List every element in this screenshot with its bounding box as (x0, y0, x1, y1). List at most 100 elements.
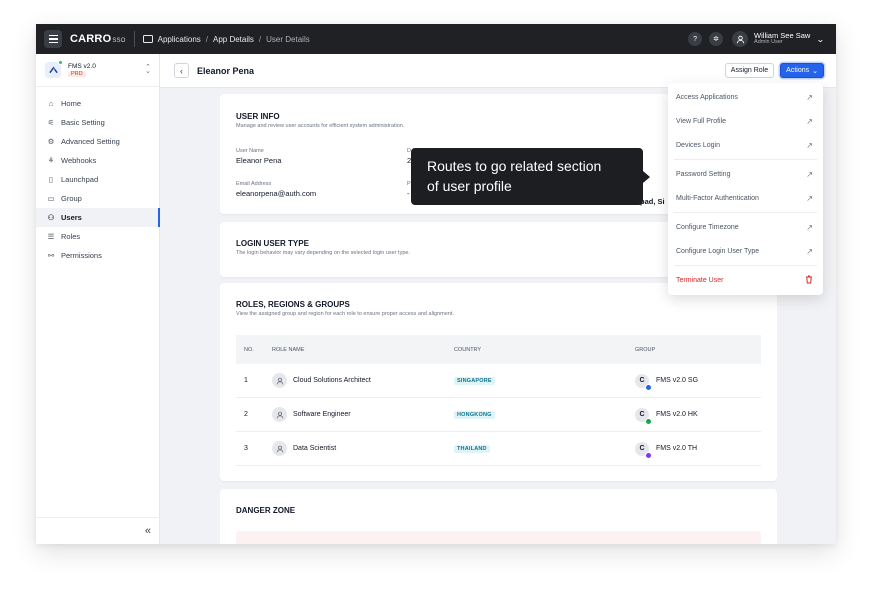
user-menu[interactable]: William See Saw Admin User (754, 32, 810, 46)
status-dot (58, 60, 63, 65)
table-row: 3 Data Scientist THAILAND C FMS v2.0 TH (236, 432, 761, 466)
group-cell: C FMS v2.0 TH (635, 441, 761, 459)
role-cell: Cloud Solutions Architect (272, 373, 454, 388)
brand-logo: CARRO SSO (70, 33, 126, 45)
role-name: Cloud Solutions Architect (293, 377, 371, 384)
email-label: Email Address (236, 181, 272, 187)
country-tag: SINGAPORE (454, 376, 495, 385)
dropdown-divider (674, 212, 817, 213)
roles-table-header: NO. ROLE NAME COUNTRY GROUP (236, 335, 761, 364)
trash-icon (805, 275, 813, 286)
menu-item-label: View Full Profile (676, 117, 727, 125)
user-avatar[interactable] (732, 31, 749, 47)
updown-chevron-icon: ⌃ ⌄ (145, 63, 151, 75)
tooltip-line-2: of user profile (427, 178, 512, 194)
assign-role-button[interactable]: Assign Role (724, 63, 775, 78)
role-cell: Software Engineer (272, 407, 454, 422)
danger-zone-card: DANGER ZONE (220, 489, 777, 544)
arrow-up-right-icon: ↗ (806, 246, 813, 256)
country-tag: HONGKONG (454, 410, 495, 419)
user-role: Admin User (754, 39, 783, 46)
menu-icon[interactable] (44, 30, 62, 48)
app-name-block: FMS v2.0 PRD (68, 63, 96, 77)
menu-item-label: Multi-Factor Authentication (676, 194, 759, 202)
group-name: FMS v2.0 TH (656, 445, 698, 452)
menu-item-configure-timezone[interactable]: Configure Timezone ↗ (668, 215, 823, 239)
sidebar-nav: ⌂ Home ⚟ Basic Setting ⚙ Advanced Setting ⚘ Web… (36, 87, 160, 265)
sidebar-item-label: Basic Setting (61, 118, 105, 127)
menu-item-multi-factor-authentication[interactable]: Multi-Factor Authentication ↗ (668, 186, 823, 210)
group-badge (645, 417, 652, 425)
arrow-up-right-icon: ↗ (806, 169, 813, 179)
users-icon: ⚇ (47, 213, 55, 222)
row-no: 1 (244, 377, 248, 384)
brand-name: CARRO (70, 33, 112, 45)
app-logo-icon (45, 60, 63, 78)
sidebar-item-roles[interactable]: ☰ Roles (36, 227, 159, 246)
breadcrumb-applications[interactable]: Applications (158, 35, 201, 44)
menu-item-terminate-user[interactable]: Terminate User (668, 268, 823, 292)
group-logo-icon: C (635, 441, 652, 459)
menu-item-label: Terminate User (676, 276, 724, 284)
brand-suffix: SSO (112, 38, 126, 44)
sidebar-item-label: Home (61, 99, 82, 108)
arrow-up-right-icon: ↗ (806, 92, 813, 102)
sidebar-item-launchpad[interactable]: ▯ Launchpad (36, 170, 159, 189)
group-cell: C FMS v2.0 HK (635, 407, 761, 425)
group-icon: ▭ (47, 194, 55, 203)
topbar-divider (133, 31, 135, 47)
table-row: 1 Cloud Solutions Architect SINGAPORE C FMS … (236, 364, 761, 398)
danger-zone-box (236, 531, 761, 544)
email-value: eleanorpena@auth.com (236, 189, 317, 198)
sidebar-item-users[interactable]: ⚇ Users (36, 208, 160, 227)
help-icon[interactable]: ? (688, 32, 703, 46)
chevron-left-icon: ‹ (180, 65, 183, 76)
double-chevron-left-icon: « (144, 525, 151, 537)
user-icon (272, 373, 287, 388)
sidebar-item-webhooks[interactable]: ⚘ Webhooks (36, 151, 159, 170)
breadcrumb: Applications / App Details / User Detail… (142, 35, 310, 44)
sidebar-item-group[interactable]: ▭ Group (36, 189, 159, 208)
country-tag: THAILAND (454, 444, 490, 453)
group-badge (645, 451, 652, 459)
sliders-icon: ⚟ (47, 118, 55, 127)
menu-item-devices-login[interactable]: Devices Login ↗ (668, 133, 823, 157)
menu-item-view-full-profile[interactable]: View Full Profile ↗ (668, 109, 823, 133)
tooltip: Routes to go related section of user pro… (411, 148, 650, 205)
danger-zone-title: DANGER ZONE (236, 506, 296, 515)
theme-sun-icon[interactable]: ✲ (709, 32, 724, 46)
breadcrumb-app-details[interactable]: App Details (213, 35, 254, 44)
chevron-down-icon: ⌄ (812, 67, 818, 75)
chevron-down-icon[interactable]: ⌄ (816, 35, 825, 44)
back-button[interactable]: ‹ (174, 63, 189, 78)
topbar-right: ? ✲ William See Saw Admin User ⌄ (681, 31, 825, 47)
col-group: GROUP (635, 346, 656, 353)
sidebar-item-permissions[interactable]: ⚯ Permissions (36, 246, 159, 265)
user-icon (272, 407, 287, 422)
col-no: NO. (244, 346, 254, 353)
roles-desc: View the assigned group and region for e… (236, 311, 454, 317)
sidebar-item-home[interactable]: ⌂ Home (36, 94, 159, 113)
actions-button[interactable]: Actions ⌄ (780, 63, 824, 78)
app-selector[interactable]: FMS v2.0 PRD ⌃ ⌄ (36, 54, 159, 87)
menu-item-password-setting[interactable]: Password Setting ↗ (668, 162, 823, 186)
menu-item-configure-login-user-type[interactable]: Configure Login User Type ↗ (668, 239, 823, 263)
user-icon (272, 441, 287, 456)
menu-item-label: Access Applications (676, 93, 738, 101)
col-role-name: ROLE NAME (272, 346, 305, 353)
col-country: COUNTRY (454, 346, 482, 353)
webhook-icon: ⚘ (47, 156, 55, 165)
username-field: User Name Eleanor Pena (236, 148, 281, 165)
sidebar: FMS v2.0 PRD ⌃ ⌄ ⌂ Home ⚟ Basic Setting ⚙ Adva… (36, 54, 160, 544)
collapse-sidebar-button[interactable]: « (36, 517, 160, 544)
home-icon: ⌂ (48, 99, 54, 108)
role-cell: Data Scientist (272, 441, 454, 456)
menu-item-label: Devices Login (676, 141, 720, 149)
app-name: FMS v2.0 (68, 63, 96, 70)
row-no: 3 (244, 445, 248, 452)
sidebar-item-advanced-setting[interactable]: ⚙ Advanced Setting (36, 132, 159, 151)
dropdown-divider (674, 159, 817, 160)
menu-item-access-applications[interactable]: Access Applications ↗ (668, 85, 823, 109)
sidebar-item-basic-setting[interactable]: ⚟ Basic Setting (36, 113, 159, 132)
roles-title: ROLES, REGIONS & GROUPS (236, 300, 350, 309)
